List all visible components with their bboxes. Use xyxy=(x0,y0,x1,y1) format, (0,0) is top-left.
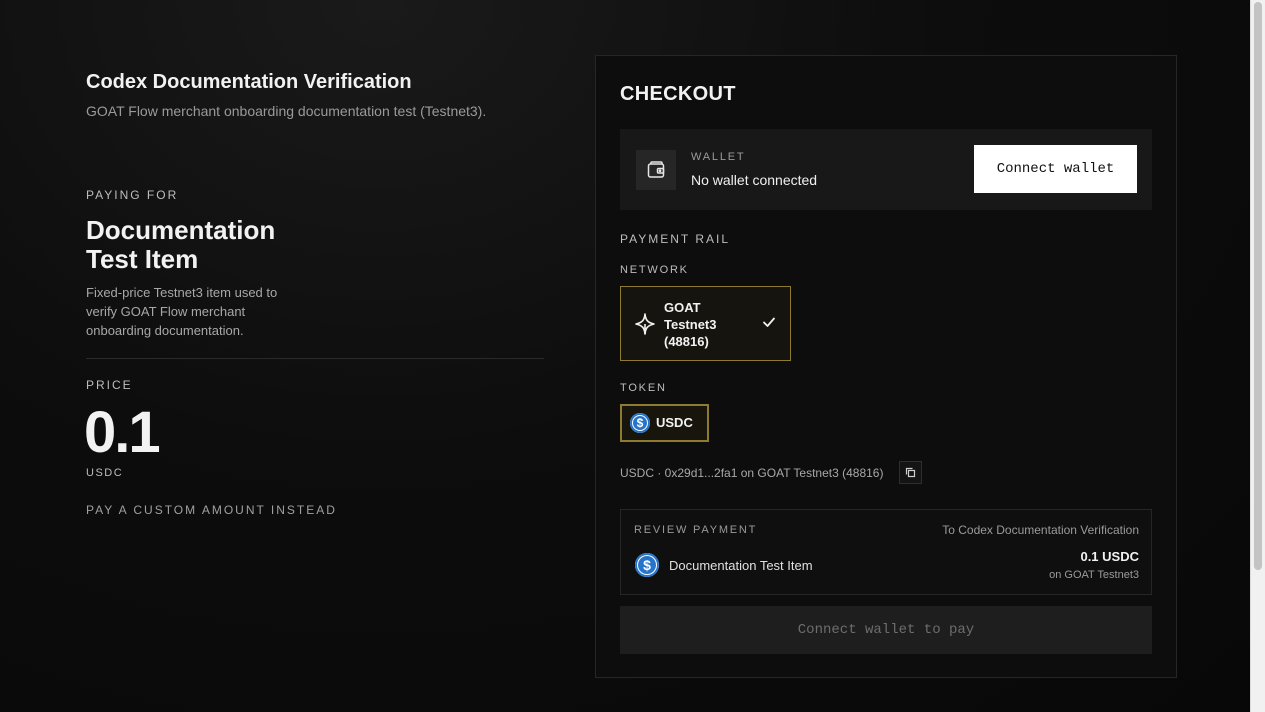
divider xyxy=(86,358,544,359)
review-item-name: Documentation Test Item xyxy=(669,558,813,573)
item-description: Fixed-price Testnet3 item used to verify… xyxy=(86,285,278,338)
review-network: on GOAT Testnet3 xyxy=(1049,569,1139,581)
copy-address-button[interactable] xyxy=(899,461,922,484)
review-amount: 0.1 USDC xyxy=(1080,549,1139,564)
copy-icon xyxy=(905,467,916,478)
checkout-title: CHECKOUT xyxy=(620,83,736,105)
token-symbol: USDC xyxy=(656,415,693,430)
token-label: TOKEN xyxy=(620,382,667,394)
merchant-name: Codex Documentation Verification xyxy=(86,71,412,93)
page-scrollbar[interactable] xyxy=(1250,0,1265,712)
check-icon xyxy=(763,317,775,327)
price-label: PRICE xyxy=(86,378,133,392)
wallet-label: WALLET xyxy=(691,151,746,163)
wallet-status: No wallet connected xyxy=(691,172,818,188)
token-contract-line: USDC · 0x29d1...2fa1 on GOAT Testnet3 (4… xyxy=(620,466,884,480)
checkout-panel: CHECKOUT WALLET No wallet connected Conn… xyxy=(595,55,1177,678)
scrollbar-thumb[interactable] xyxy=(1254,2,1262,570)
usdc-icon: $ xyxy=(635,553,659,577)
price-currency: USDC xyxy=(86,467,124,479)
payment-rail-label: PAYMENT RAIL xyxy=(620,232,731,246)
item-name: Documentation Test Item xyxy=(86,215,276,274)
connect-wallet-to-pay-button[interactable]: Connect wallet to pay xyxy=(620,606,1152,654)
token-option-usdc[interactable]: $ USDC xyxy=(620,404,709,442)
connect-wallet-button[interactable]: Connect wallet xyxy=(974,145,1137,193)
custom-amount-link[interactable]: PAY A CUSTOM AMOUNT INSTEAD xyxy=(86,503,337,517)
goat-logo-icon xyxy=(635,313,655,335)
network-option-goat-testnet3[interactable]: GOAT Testnet3 (48816) xyxy=(620,286,791,361)
price-value: 0.1 xyxy=(84,400,161,465)
network-label: NETWORK xyxy=(620,264,689,276)
merchant-description: GOAT Flow merchant onboarding documentat… xyxy=(86,103,487,119)
usdc-icon: $ xyxy=(630,413,650,433)
review-recipient: To Codex Documentation Verification xyxy=(942,523,1139,537)
review-payment-card: REVIEW PAYMENT To Codex Documentation Ve… xyxy=(620,509,1152,595)
review-payment-label: REVIEW PAYMENT xyxy=(634,524,758,536)
wallet-icon xyxy=(636,150,676,190)
paying-for-label: PAYING FOR xyxy=(86,188,179,202)
wallet-card: WALLET No wallet connected Connect walle… xyxy=(620,129,1152,210)
network-name: GOAT Testnet3 (48816) xyxy=(664,300,717,349)
